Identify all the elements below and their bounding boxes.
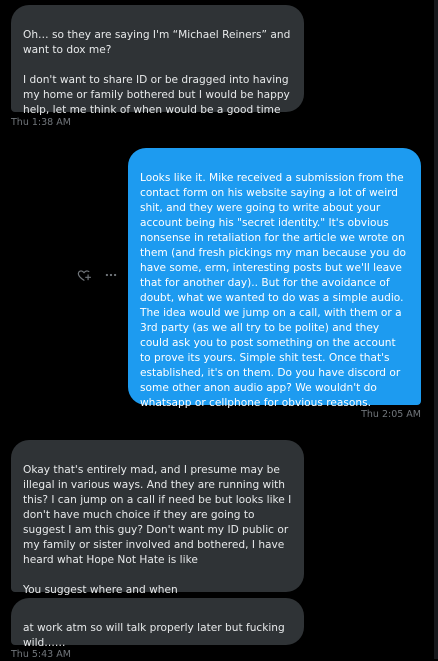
message-bubble-incoming[interactable]: Oh… so they are saying I'm “Michael Rein… [11,5,304,116]
message-timestamp: Thu 1:38 AM [11,117,71,128]
heart-plus-icon[interactable] [76,267,92,283]
message-bubble-outgoing[interactable]: Looks like it. Mike received a submissio… [128,148,421,409]
message-text: Oh… so they are saying I'm “Michael Rein… [23,29,291,116]
message-text: at work atm so will talk properly later … [23,622,285,649]
message-timestamp: Thu 5:43 AM [11,649,71,660]
message-bubble-incoming[interactable]: at work atm so will talk properly later … [11,598,304,649]
scrollbar-track[interactable] [434,0,438,659]
message-timestamp: Thu 2:05 AM [361,409,421,420]
message-bubble-incoming[interactable]: Okay that's entirely mad, and I presume … [11,440,304,596]
message-text: Looks like it. Mike received a submissio… [140,172,406,409]
more-horizontal-icon[interactable] [103,267,119,283]
message-text: Okay that's entirely mad, and I presume … [23,464,292,596]
